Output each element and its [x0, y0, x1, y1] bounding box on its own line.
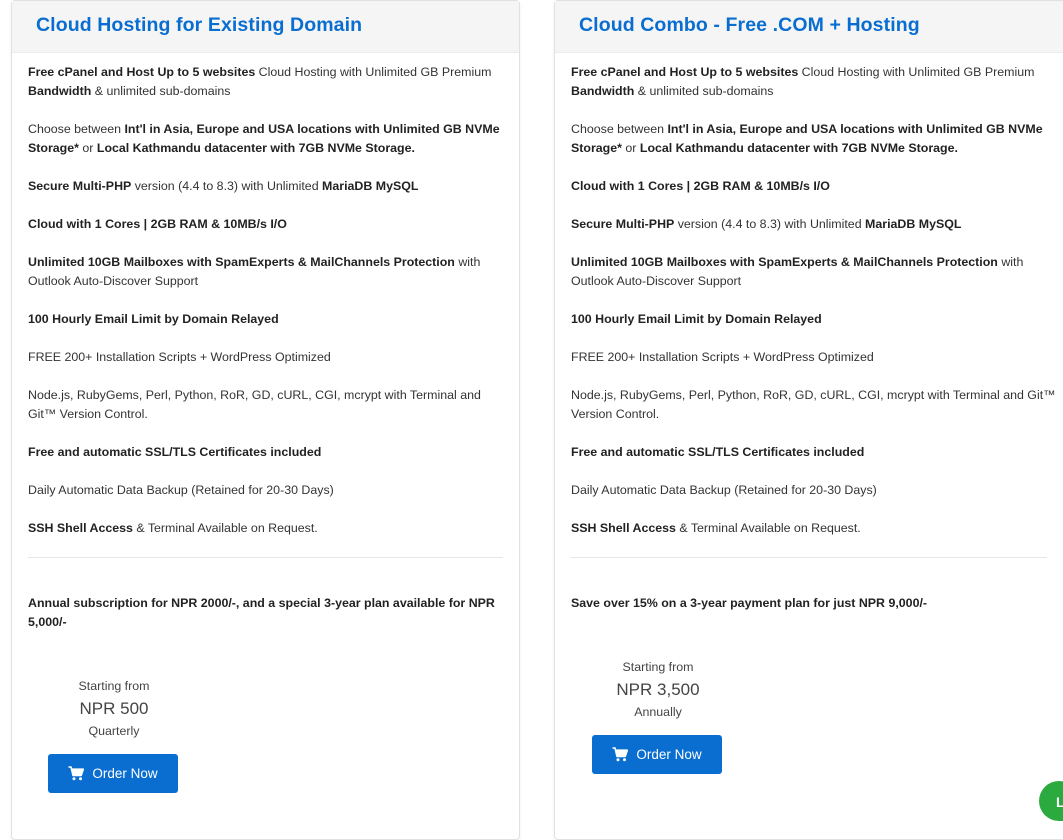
plan-title: Cloud Combo - Free .COM + Hosting — [579, 14, 920, 36]
plan-card-header: Cloud Hosting for Existing Domain — [12, 1, 519, 53]
feature-item: FREE 200+ Installation Scripts + WordPre… — [28, 348, 503, 367]
feature-highlight: MariaDB MySQL — [322, 179, 419, 193]
feature-highlight: Cloud with 1 Cores | 2GB RAM & 10MB/s I/… — [571, 179, 830, 193]
feature-item: 100 Hourly Email Limit by Domain Relayed — [571, 310, 1063, 329]
feature-item: Daily Automatic Data Backup (Retained fo… — [571, 481, 1063, 500]
shopping-cart-icon — [612, 747, 629, 762]
feature-highlight: Free and automatic SSL/TLS Certificates … — [571, 445, 865, 459]
feature-highlight: Free cPanel and Host Up to 5 websites — [571, 65, 799, 79]
feature-list: Free cPanel and Host Up to 5 websites Cl… — [555, 53, 1063, 613]
plan-title: Cloud Hosting for Existing Domain — [36, 14, 363, 36]
price-amount: NPR 500 — [79, 699, 149, 718]
feature-text: Daily Automatic Data Backup (Retained fo… — [571, 483, 877, 497]
feature-text: Node.js, RubyGems, Perl, Python, RoR, GD… — [28, 388, 481, 421]
plan-card-header: Cloud Combo - Free .COM + Hosting — [555, 1, 1063, 53]
feature-text: & Terminal Available on Request. — [132, 521, 318, 535]
feature-item: Free cPanel and Host Up to 5 websites Cl… — [28, 63, 503, 101]
plan-card-existing-domain: Cloud Hosting for Existing Domain Free c… — [11, 0, 520, 840]
feature-item: Secure Multi-PHP version (4.4 to 8.3) wi… — [571, 215, 1063, 234]
feature-text: Choose between — [571, 122, 668, 136]
divider — [571, 557, 1047, 558]
price-amount: NPR 3,500 — [616, 680, 700, 699]
price-label: Starting from — [622, 660, 694, 674]
feature-item: Free and automatic SSL/TLS Certificates … — [571, 443, 1063, 462]
order-now-button[interactable]: Order Now — [592, 735, 722, 774]
feature-highlight: Free cPanel and Host Up to 5 websites — [28, 65, 256, 79]
feature-item: Cloud with 1 Cores | 2GB RAM & 10MB/s I/… — [571, 177, 1063, 196]
feature-text: FREE 200+ Installation Scripts + WordPre… — [28, 350, 331, 364]
feature-item: Free cPanel and Host Up to 5 websites Cl… — [571, 63, 1063, 101]
feature-highlight: Bandwidth — [28, 84, 92, 98]
feature-item: FREE 200+ Installation Scripts + WordPre… — [571, 348, 1063, 367]
feature-highlight: SSH Shell Access — [28, 521, 133, 535]
feature-item: Choose between Int'l in Asia, Europe and… — [28, 120, 503, 158]
feature-text: or — [78, 141, 97, 155]
order-now-label: Order Now — [636, 747, 702, 762]
feature-highlight: Bandwidth — [571, 84, 635, 98]
price-period: Quarterly — [88, 724, 140, 738]
feature-highlight: Local Kathmandu datacenter with 7GB NVMe… — [96, 141, 415, 155]
feature-highlight: 100 Hourly Email Limit by Domain Relayed — [28, 312, 279, 326]
feature-item: Unlimited 10GB Mailboxes with SpamExpert… — [28, 253, 503, 291]
chat-widget-label: L — [1056, 794, 1063, 810]
feature-text: Cloud Hosting with Unlimited GB Premium — [798, 65, 1035, 79]
feature-highlight: MariaDB MySQL — [865, 217, 962, 231]
feature-text: or — [621, 141, 640, 155]
price-label: Starting from — [78, 679, 150, 693]
feature-item: SSH Shell Access & Terminal Available on… — [28, 519, 503, 538]
feature-text: version (4.4 to 8.3) with Unlimited — [674, 217, 866, 231]
feature-text: & unlimited sub-domains — [634, 84, 774, 98]
feature-item: Node.js, RubyGems, Perl, Python, RoR, GD… — [28, 386, 503, 424]
feature-highlight: Free and automatic SSL/TLS Certificates … — [28, 445, 322, 459]
divider — [28, 557, 503, 558]
feature-text: Choose between — [28, 122, 125, 136]
feature-item: Daily Automatic Data Backup (Retained fo… — [28, 481, 503, 500]
price-period: Annually — [634, 705, 682, 719]
feature-item: Free and automatic SSL/TLS Certificates … — [28, 443, 503, 462]
feature-item: Secure Multi-PHP version (4.4 to 8.3) wi… — [28, 177, 503, 196]
plan-card-cloud-combo: Cloud Combo - Free .COM + Hosting Free c… — [554, 0, 1063, 840]
feature-item: SSH Shell Access & Terminal Available on… — [571, 519, 1063, 538]
order-now-label: Order Now — [92, 766, 158, 781]
feature-text: Node.js, RubyGems, Perl, Python, RoR, GD… — [571, 388, 1056, 421]
feature-item: 100 Hourly Email Limit by Domain Relayed — [28, 310, 503, 329]
feature-list: Free cPanel and Host Up to 5 websites Cl… — [12, 53, 519, 632]
feature-text: version (4.4 to 8.3) with Unlimited — [131, 179, 323, 193]
promo-text: Save over 15% on a 3-year payment plan f… — [571, 596, 928, 610]
shopping-cart-icon — [68, 766, 85, 781]
promo-text: Annual subscription for NPR 2000/-, and … — [28, 596, 495, 629]
feature-highlight: Secure Multi-PHP — [28, 179, 132, 193]
feature-text: FREE 200+ Installation Scripts + WordPre… — [571, 350, 874, 364]
price-block: Starting from NPR 3,500 Annually — [592, 658, 724, 721]
feature-text: & Terminal Available on Request. — [675, 521, 861, 535]
feature-highlight: Cloud with 1 Cores | 2GB RAM & 10MB/s I/… — [28, 217, 287, 231]
price-block: Starting from NPR 500 Quarterly — [48, 677, 180, 740]
feature-highlight: Unlimited 10GB Mailboxes with SpamExpert… — [28, 255, 455, 269]
feature-text: Cloud Hosting with Unlimited GB Premium — [255, 65, 492, 79]
feature-item: Unlimited 10GB Mailboxes with SpamExpert… — [571, 253, 1063, 291]
feature-text: Daily Automatic Data Backup (Retained fo… — [28, 483, 334, 497]
feature-highlight: Unlimited 10GB Mailboxes with SpamExpert… — [571, 255, 998, 269]
feature-highlight: Secure Multi-PHP — [571, 217, 675, 231]
feature-item: Cloud with 1 Cores | 2GB RAM & 10MB/s I/… — [28, 215, 503, 234]
feature-highlight: SSH Shell Access — [571, 521, 676, 535]
feature-item: Node.js, RubyGems, Perl, Python, RoR, GD… — [571, 386, 1063, 424]
feature-highlight: 100 Hourly Email Limit by Domain Relayed — [571, 312, 822, 326]
feature-item: Choose between Int'l in Asia, Europe and… — [571, 120, 1063, 158]
order-now-button[interactable]: Order Now — [48, 754, 178, 793]
feature-text: & unlimited sub-domains — [91, 84, 231, 98]
feature-highlight: Local Kathmandu datacenter with 7GB NVMe… — [639, 141, 958, 155]
